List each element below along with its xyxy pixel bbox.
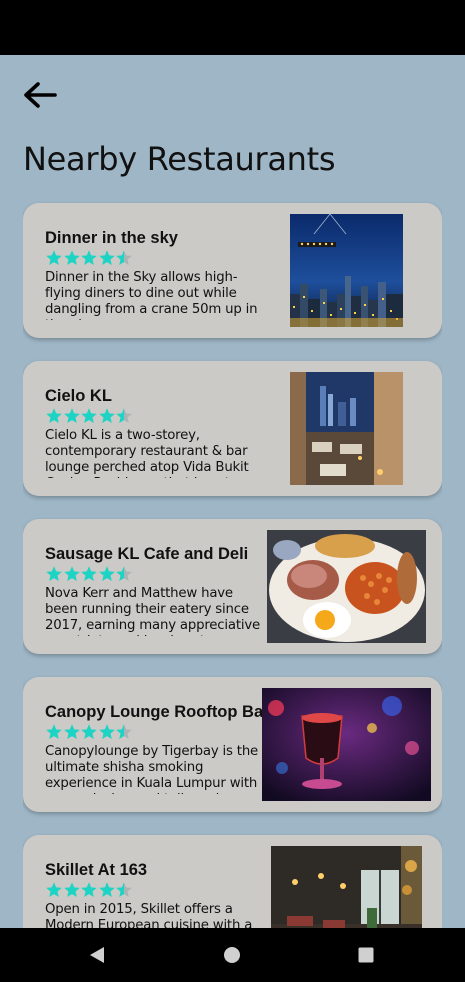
restaurant-photo <box>290 214 403 327</box>
home-nav-button[interactable] <box>223 946 241 964</box>
star-icon <box>116 408 132 423</box>
rating-stars <box>45 407 133 425</box>
rating-stars <box>45 723 133 741</box>
star-icon <box>63 724 80 739</box>
star-icon <box>98 408 115 423</box>
star-icon <box>63 408 80 423</box>
star-icon <box>81 724 97 739</box>
star-icon <box>116 566 132 581</box>
square-recents-icon <box>358 947 374 963</box>
navigation-bar <box>0 928 465 982</box>
star-icon <box>46 882 62 897</box>
star-icon <box>63 250 80 265</box>
rating-stars <box>45 249 133 267</box>
restaurant-description: Dinner in the Sky allows high-flying din… <box>45 270 258 320</box>
restaurant-description: Open in 2015, Skillet offers a Modern Eu… <box>45 902 253 928</box>
restaurant-name: Canopy Lounge Rooftop Bar <box>45 703 270 721</box>
triangle-back-icon <box>90 947 104 963</box>
star-icon <box>81 250 97 265</box>
restaurant-card[interactable]: Canopy Lounge Rooftop Bar Canopylounge b… <box>23 677 442 812</box>
restaurant-name: Sausage KL Cafe and Deli <box>45 545 249 563</box>
star-icon <box>98 724 115 739</box>
restaurant-photo <box>271 846 422 928</box>
restaurant-description: Canopylounge by Tigerbay is the ultimate… <box>45 744 259 794</box>
rating-stars <box>45 565 133 583</box>
recents-nav-button[interactable] <box>358 947 374 963</box>
rating-stars <box>45 881 133 899</box>
star-icon <box>81 566 97 581</box>
restaurant-card[interactable]: Cielo KL Cielo KL is a two-storey, conte… <box>23 361 442 496</box>
circle-home-icon <box>224 947 240 963</box>
restaurant-name: Dinner in the sky <box>45 229 178 247</box>
star-icon <box>63 566 80 581</box>
star-icon <box>46 408 62 423</box>
restaurant-photo <box>290 372 403 485</box>
star-icon <box>116 724 132 739</box>
restaurant-name: Cielo KL <box>45 387 112 405</box>
restaurant-card[interactable]: Skillet At 163 Open in 2015, Skillet off… <box>23 835 442 928</box>
star-icon <box>81 882 97 897</box>
restaurant-photo <box>267 530 426 643</box>
back-nav-button[interactable] <box>88 946 106 964</box>
restaurant-photo <box>262 688 431 801</box>
star-icon <box>98 566 115 581</box>
restaurant-list[interactable]: Dinner in the sky Dinner in the Sky allo… <box>23 0 442 928</box>
star-icon <box>46 566 62 581</box>
restaurant-card[interactable]: Dinner in the sky Dinner in the Sky allo… <box>23 203 442 338</box>
star-icon <box>116 882 132 897</box>
star-icon <box>81 408 97 423</box>
star-icon <box>98 882 115 897</box>
star-icon <box>46 724 62 739</box>
star-icon <box>98 250 115 265</box>
restaurant-card[interactable]: Sausage KL Cafe and Deli Nova Kerr and M… <box>23 519 442 654</box>
star-icon <box>46 250 62 265</box>
star-icon <box>63 882 80 897</box>
restaurant-description: Nova Kerr and Matthew have been running … <box>45 586 260 636</box>
star-icon <box>116 250 132 265</box>
restaurant-description: Cielo KL is a two-storey, contemporary r… <box>45 428 249 478</box>
restaurant-name: Skillet At 163 <box>45 861 148 879</box>
